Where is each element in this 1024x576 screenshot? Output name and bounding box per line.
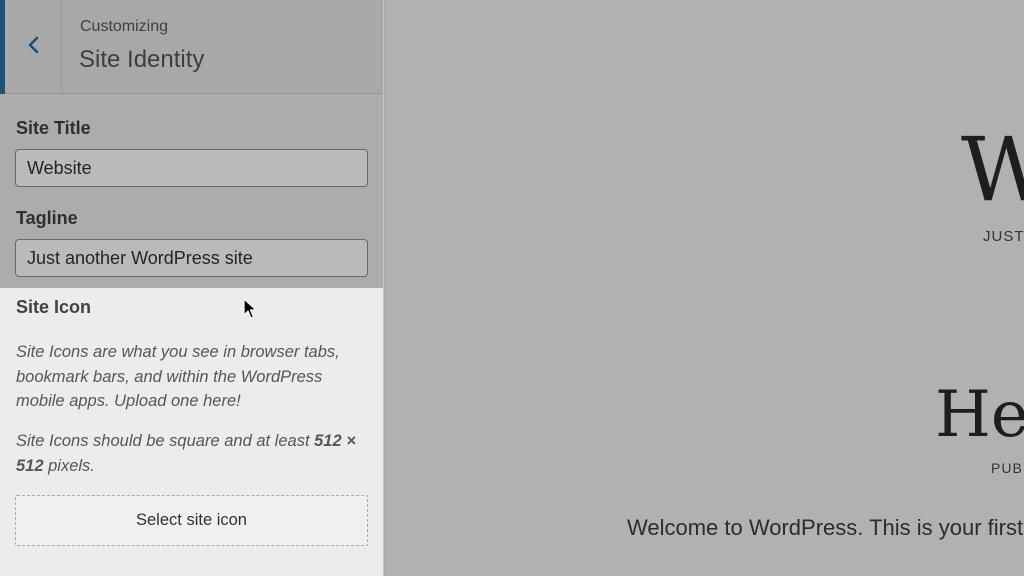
size-note-prefix: Site Icons should be square and at least	[16, 432, 315, 450]
size-note-suffix: pixels.	[43, 456, 95, 475]
preview-tagline: JUST	[983, 228, 1024, 245]
chevron-left-icon	[26, 35, 40, 60]
section-header: Customizing Site Identity	[0, 0, 383, 94]
tagline-label: Tagline	[16, 208, 78, 228]
preview-post-title: Hel	[935, 378, 1024, 452]
back-button[interactable]	[0, 0, 62, 94]
tagline-input[interactable]	[15, 239, 368, 277]
select-site-icon-button[interactable]: Select site icon	[15, 495, 368, 546]
preview-post-excerpt: Welcome to WordPress. This is your first	[627, 515, 1024, 540]
preview-site-title: W	[961, 118, 1024, 221]
customizing-label: Customizing	[80, 18, 169, 35]
site-icon-label: Site Icon	[16, 297, 92, 317]
site-icon-size-note: Site Icons should be square and at least…	[16, 429, 366, 478]
site-preview[interactable]: W JUST Hel PUB Welcome to WordPress. Thi…	[385, 0, 1024, 576]
site-title-input[interactable]	[15, 149, 368, 187]
customizer-sidebar: Customizing Site Identity Site Title Tag…	[0, 0, 384, 576]
section-title: Site Identity	[79, 46, 205, 73]
preview-post-meta: PUB	[991, 460, 1023, 476]
site-title-label: Site Title	[16, 118, 91, 138]
site-icon-description: Site Icons are what you see in browser t…	[16, 343, 340, 410]
